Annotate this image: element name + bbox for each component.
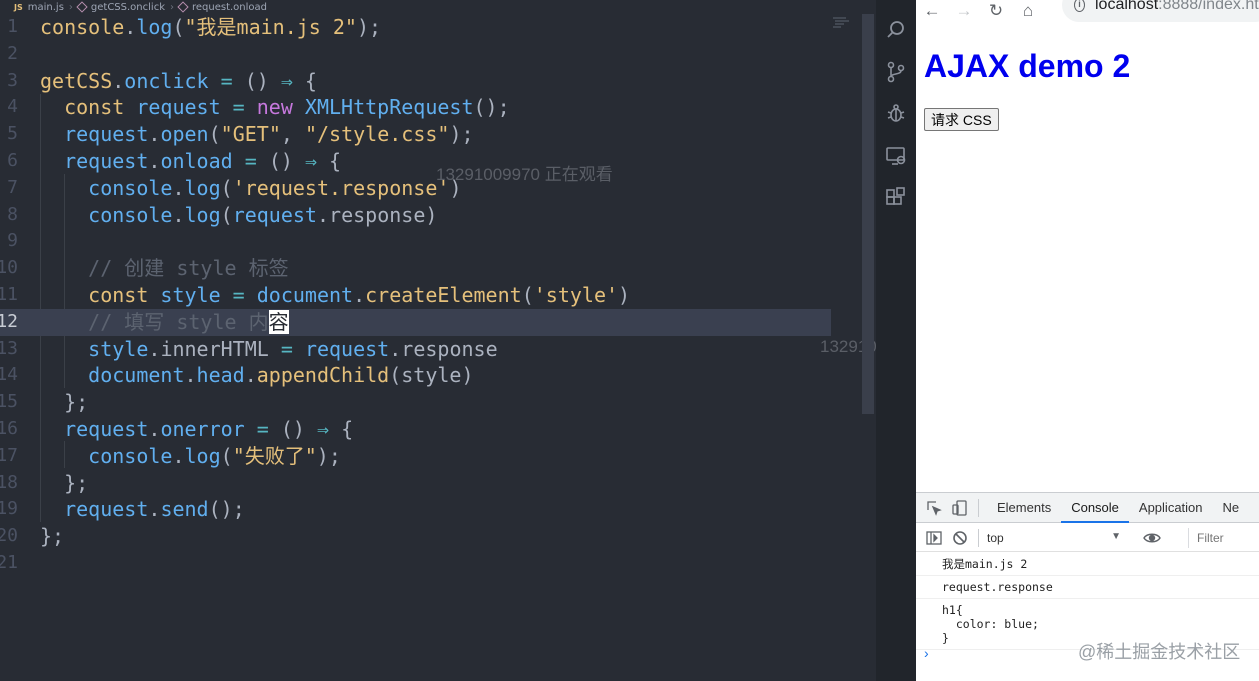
breadcrumb-symbol-1[interactable]: getCSS.onclick xyxy=(91,2,165,13)
javascript-file-icon: JS xyxy=(14,2,23,12)
activity-bar xyxy=(876,0,916,681)
source-control-icon[interactable] xyxy=(884,60,908,84)
text-cursor: 容 xyxy=(268,309,289,334)
console-messages: 我是main.js 2 request.response h1{ color: … xyxy=(916,553,1259,650)
console-prompt-icon[interactable]: › xyxy=(924,645,929,661)
url-host: localhost xyxy=(1094,0,1159,13)
context-value: top xyxy=(987,530,1004,545)
url-path: :8888/index.htm xyxy=(1158,0,1259,13)
code-line: 1 console.log("我是main.js 2"); xyxy=(7,15,382,39)
code-line: 4 const request = new XMLHttpRequest(); xyxy=(7,95,510,120)
chevron-right-icon: › xyxy=(169,1,174,13)
code-line: 13 style.innerHTML = request.response xyxy=(0,336,498,361)
code-line-current: 12 // 填写 style 内容 xyxy=(0,308,831,336)
extensions-icon[interactable] xyxy=(884,186,908,210)
code-area[interactable]: 1 console.log("我是main.js 2"); 2 3 getCSS.o… xyxy=(0,14,876,577)
breadcrumb-symbol-2[interactable]: request.onload xyxy=(192,2,267,13)
code-line: 18 }; xyxy=(0,470,89,495)
browser-toolbar: ← → ↻ ⌂ i localhost:8888/index.htm xyxy=(916,0,1259,22)
tab-elements[interactable]: Elements xyxy=(987,493,1061,523)
eye-icon[interactable] xyxy=(1143,530,1161,546)
divider xyxy=(978,498,979,517)
page-title: AJAX demo 2 xyxy=(924,48,1131,84)
code-line: 5 request.open("GET", "/style.css"); xyxy=(7,122,474,147)
console-toolbar: top ▼ xyxy=(916,524,1259,552)
forward-arrow-icon[interactable]: → xyxy=(948,1,980,21)
debug-icon[interactable] xyxy=(884,102,908,126)
symbol-icon xyxy=(177,1,189,13)
inspect-element-icon[interactable] xyxy=(926,500,942,516)
site-watermark: @稀土掘金技术社区 xyxy=(1078,642,1241,662)
code-line: 9 xyxy=(7,230,18,252)
code-line: 8 console.log(request.response) xyxy=(7,202,438,227)
remote-explorer-icon[interactable] xyxy=(884,144,908,168)
code-line: 19 request.send(); xyxy=(0,497,245,522)
console-message: 我是main.js 2 xyxy=(916,553,1259,576)
tab-application[interactable]: Application xyxy=(1129,493,1213,523)
symbol-icon xyxy=(76,1,88,13)
breadcrumb: JS main.js › getCSS.onclick › request.on… xyxy=(0,0,876,14)
dropdown-arrow-icon: ▼ xyxy=(1111,530,1121,542)
code-line: 15 }; xyxy=(0,390,89,415)
tab-console[interactable]: Console xyxy=(1061,493,1129,523)
code-line: 16 request.onerror = () ⇒ { xyxy=(0,416,354,441)
code-line: 2 xyxy=(7,42,18,64)
context-selector[interactable]: top ▼ xyxy=(987,531,1127,545)
divider xyxy=(978,528,979,547)
code-line: 10 // 创建 style 标签 xyxy=(0,256,289,281)
tab-network[interactable]: Ne xyxy=(1213,493,1250,523)
address-bar[interactable]: i localhost:8888/index.htm xyxy=(1062,0,1259,22)
code-line: 20}; xyxy=(0,524,65,549)
console-filter-input[interactable] xyxy=(1188,528,1258,548)
home-icon[interactable]: ⌂ xyxy=(1012,1,1044,21)
code-editor[interactable]: JS main.js › getCSS.onclick › request.on… xyxy=(0,0,876,681)
code-line: 17 console.log("失败了"); xyxy=(0,443,341,468)
browser-window: ← → ↻ ⌂ i localhost:8888/index.htm AJAX … xyxy=(916,0,1259,681)
clear-console-icon[interactable] xyxy=(952,530,968,546)
console-message: request.response xyxy=(916,576,1259,599)
code-line: 21 xyxy=(0,551,18,573)
back-arrow-icon[interactable]: ← xyxy=(916,1,948,21)
code-line: 14 document.head.appendChild(style) xyxy=(0,363,474,388)
code-line: 11 const style = document.createElement(… xyxy=(0,282,631,307)
web-page: AJAX demo 2 请求 CSS xyxy=(916,22,1259,492)
chevron-right-icon: › xyxy=(68,1,73,13)
code-line: 3 getCSS.onclick = () ⇒ { xyxy=(7,68,317,93)
request-css-button[interactable]: 请求 CSS xyxy=(924,108,999,131)
reload-icon[interactable]: ↻ xyxy=(980,1,1012,21)
device-toolbar-icon[interactable] xyxy=(952,499,968,516)
devtools-tabbar: Elements Console Application Ne xyxy=(916,493,1259,523)
sidebar-toggle-icon[interactable] xyxy=(926,530,942,546)
viewer-watermark: 13291009970 正在观看 xyxy=(436,165,613,184)
info-icon[interactable]: i xyxy=(1074,0,1085,12)
search-icon[interactable] xyxy=(884,18,908,42)
editor-scrollbar[interactable] xyxy=(862,14,874,414)
breadcrumb-file[interactable]: main.js xyxy=(28,2,64,13)
